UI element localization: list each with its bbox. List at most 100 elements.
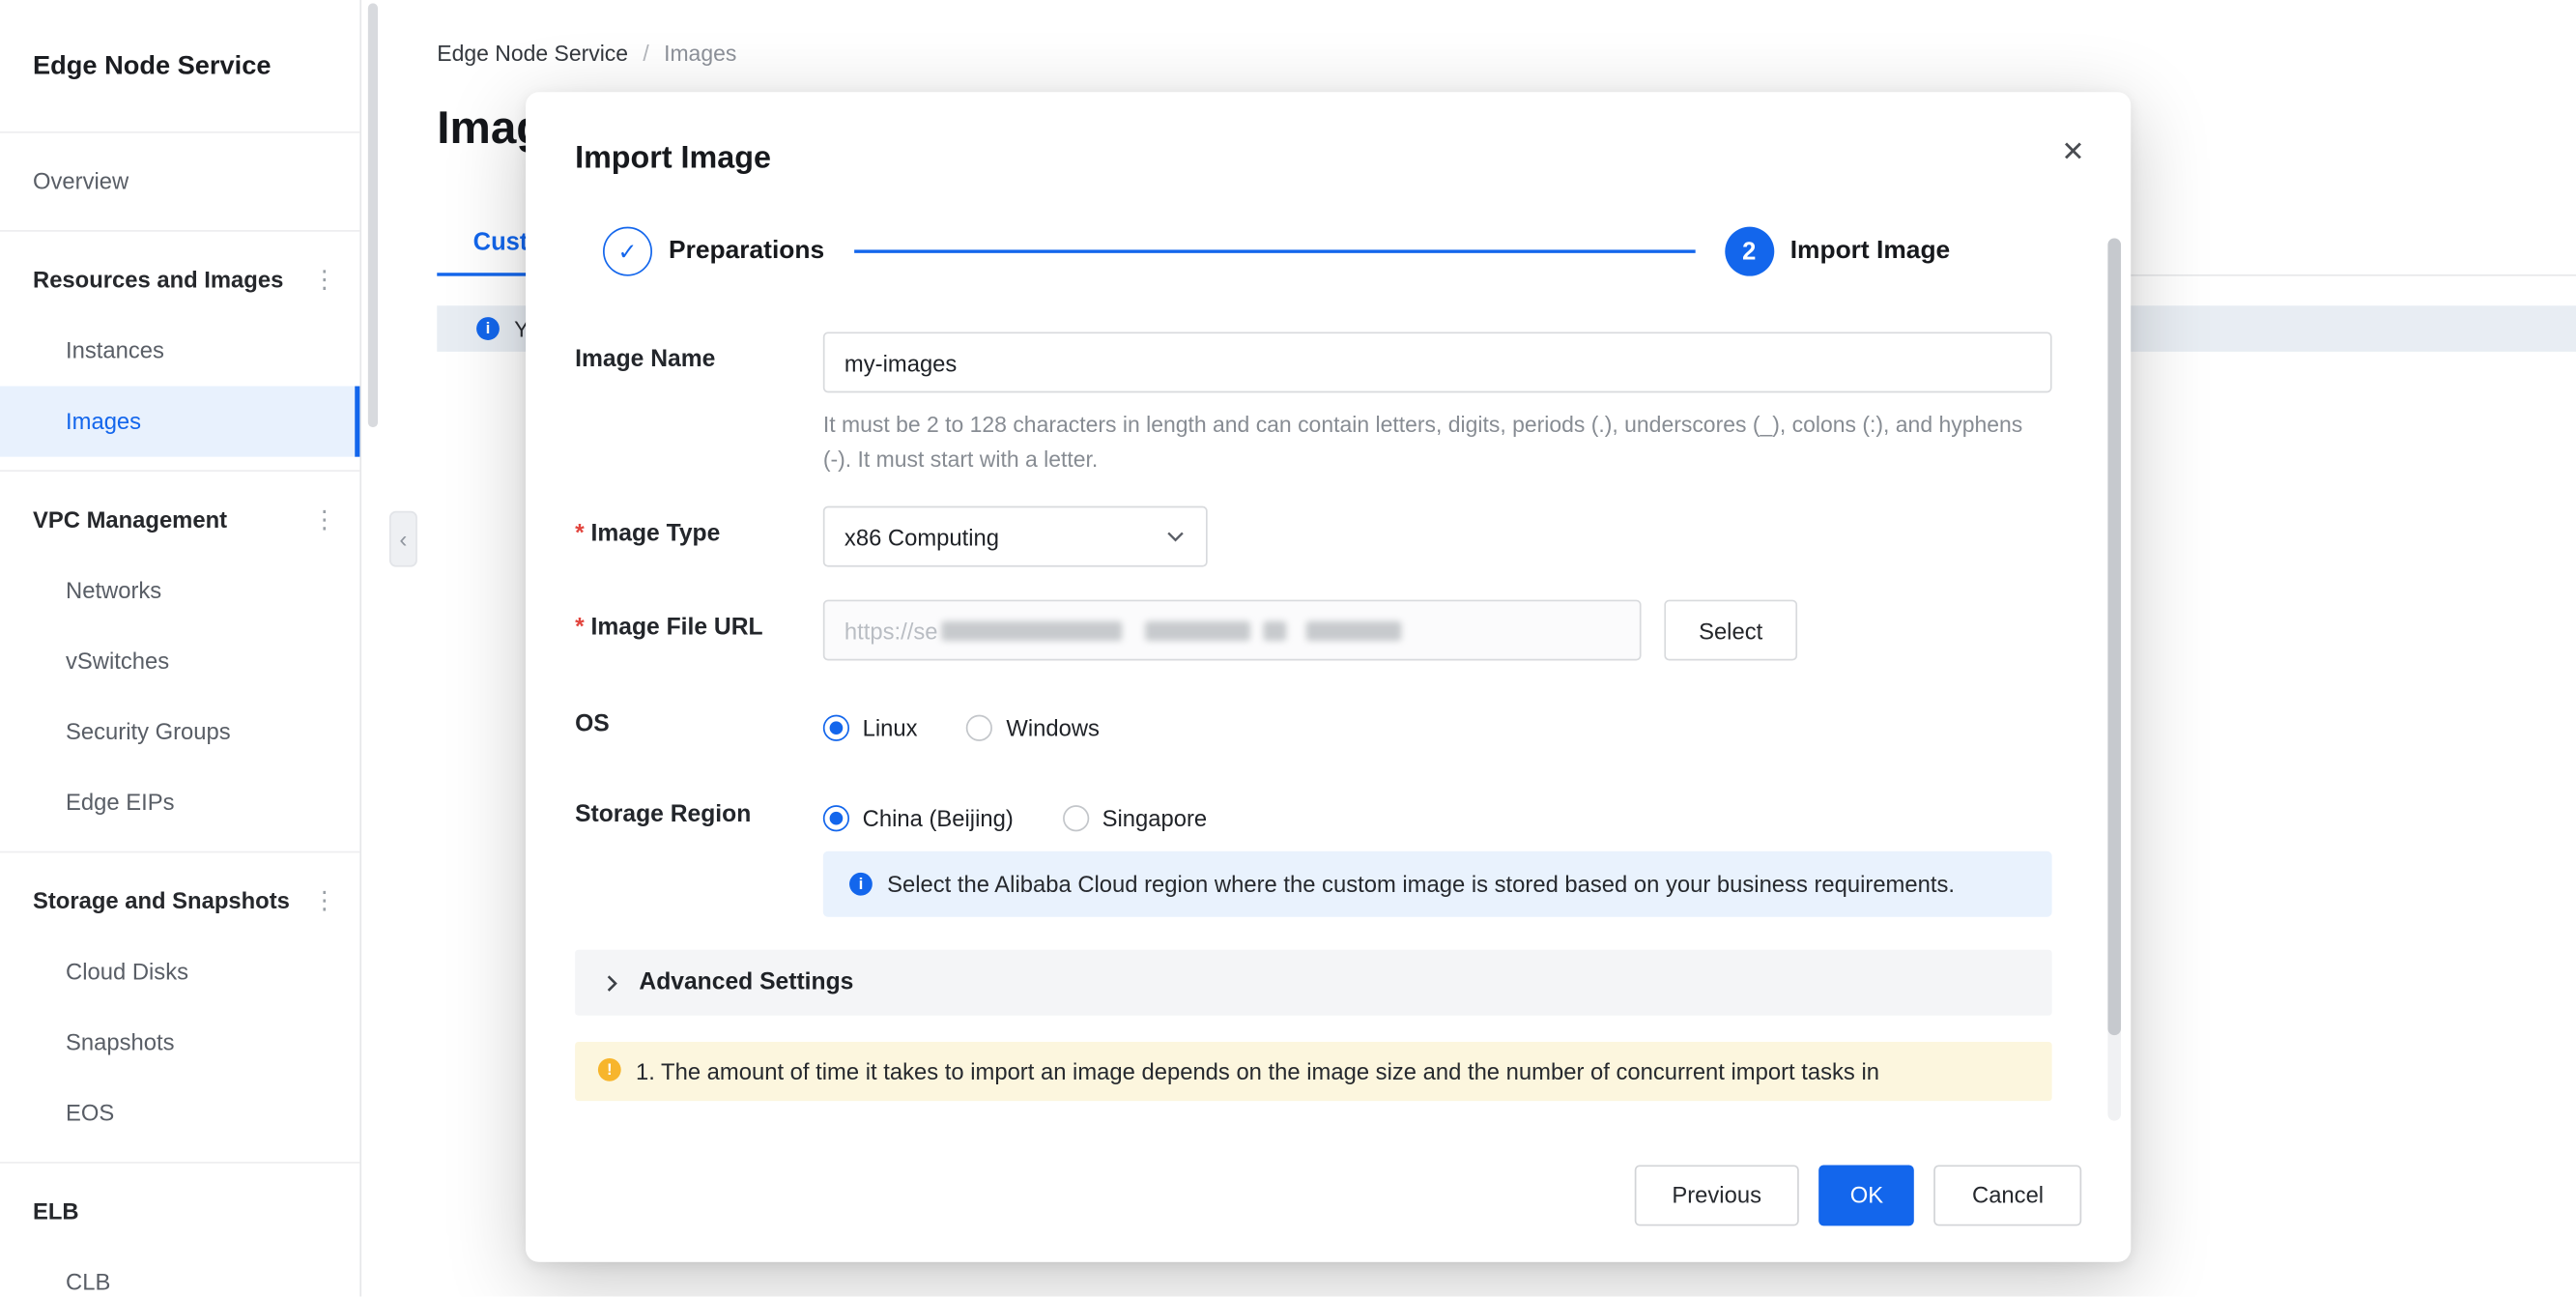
sidebar-title: Edge Node Service bbox=[0, 0, 359, 118]
radio-label: Singapore bbox=[1102, 805, 1208, 831]
sidebar-scrollbar[interactable] bbox=[368, 3, 378, 427]
sidebar-item-instances[interactable]: Instances bbox=[0, 315, 359, 386]
cancel-button[interactable]: Cancel bbox=[1934, 1165, 2081, 1225]
modal-scrollbar-track[interactable] bbox=[2107, 239, 2121, 1121]
divider bbox=[0, 470, 359, 472]
image-file-url-input[interactable]: https://se bbox=[823, 600, 1642, 661]
sidebar-group-label: Resources and Images bbox=[33, 245, 283, 315]
sidebar-group-vpc-management[interactable]: VPC Management ⋮ bbox=[0, 485, 359, 556]
sidebar-item-cloud-disks[interactable]: Cloud Disks bbox=[0, 937, 359, 1007]
storage-region-row: Storage Region China (Beijing) Singapore bbox=[575, 800, 2052, 917]
advanced-settings-label: Advanced Settings bbox=[639, 969, 853, 995]
image-file-url-label: *Image File URL bbox=[575, 600, 823, 661]
sidebar-item-vswitches[interactable]: vSwitches bbox=[0, 626, 359, 697]
modal-footer: Previous OK Cancel bbox=[526, 1127, 2131, 1261]
image-type-row: *Image Type x86 Computing bbox=[575, 506, 2052, 567]
previous-button[interactable]: Previous bbox=[1634, 1165, 1799, 1225]
step-connector bbox=[854, 250, 1695, 253]
sidebar-item-overview[interactable]: Overview bbox=[0, 146, 359, 216]
image-file-url-row: *Image File URL https://se Select bbox=[575, 600, 2052, 661]
redacted-text bbox=[941, 620, 1122, 640]
chevron-down-icon bbox=[1164, 526, 1186, 547]
storage-region-label: Storage Region bbox=[575, 800, 823, 917]
sidebar-group-storage-and-snapshots[interactable]: Storage and Snapshots ⋮ bbox=[0, 866, 359, 937]
step-import-image: 2 Import Image bbox=[1725, 227, 1950, 276]
image-type-label-text: Image Type bbox=[591, 521, 721, 547]
sidebar-collapse-button[interactable]: ‹ bbox=[389, 511, 417, 567]
step-label: Preparations bbox=[669, 237, 824, 267]
app-window: Edge Node Service Overview Resources and… bbox=[0, 0, 2576, 1297]
required-asterisk: * bbox=[575, 615, 585, 641]
image-name-input[interactable] bbox=[823, 331, 2052, 392]
required-asterisk: * bbox=[575, 521, 585, 547]
divider bbox=[0, 1162, 359, 1164]
sidebar-item-edge-eips[interactable]: Edge EIPs bbox=[0, 767, 359, 838]
radio-label: Windows bbox=[1006, 715, 1100, 741]
sidebar-item-clb[interactable]: CLB bbox=[0, 1247, 359, 1296]
redacted-text bbox=[1145, 620, 1250, 640]
info-icon: i bbox=[849, 873, 873, 896]
breadcrumb-current: Images bbox=[664, 42, 736, 67]
import-image-modal: Import Image ✕ ✓ Preparations 2 Import I… bbox=[526, 92, 2131, 1262]
sidebar-item-networks[interactable]: Networks bbox=[0, 556, 359, 626]
warning-icon: ! bbox=[598, 1058, 621, 1081]
import-warning-box: ! 1. The amount of time it takes to impo… bbox=[575, 1042, 2052, 1101]
import-warning-text: 1. The amount of time it takes to import… bbox=[636, 1055, 1879, 1088]
radio-singapore[interactable]: Singapore bbox=[1063, 805, 1207, 831]
more-icon[interactable]: ⋮ bbox=[312, 245, 337, 315]
radio-checked-icon bbox=[823, 715, 849, 741]
image-name-help: It must be 2 to 128 characters in length… bbox=[823, 408, 2052, 476]
os-row: OS Linux Windows bbox=[575, 710, 2052, 741]
ok-button[interactable]: OK bbox=[1818, 1165, 1914, 1225]
sidebar-group-label: VPC Management bbox=[33, 485, 227, 556]
image-type-select[interactable]: x86 Computing bbox=[823, 506, 1208, 567]
more-icon[interactable]: ⋮ bbox=[312, 485, 337, 556]
region-info-box: i Select the Alibaba Cloud region where … bbox=[823, 851, 2052, 917]
redacted-text bbox=[1305, 620, 1401, 640]
sidebar: Edge Node Service Overview Resources and… bbox=[0, 0, 361, 1297]
breadcrumb-separator: / bbox=[643, 42, 648, 67]
step-preparations: ✓ Preparations bbox=[603, 227, 824, 276]
sidebar-group-label: ELB bbox=[33, 1176, 79, 1247]
radio-linux[interactable]: Linux bbox=[823, 715, 918, 741]
region-info-text: Select the Alibaba Cloud region where th… bbox=[887, 868, 1955, 901]
os-label: OS bbox=[575, 710, 823, 741]
radio-checked-icon bbox=[823, 805, 849, 831]
close-icon[interactable]: ✕ bbox=[2061, 138, 2084, 166]
sidebar-item-snapshots[interactable]: Snapshots bbox=[0, 1007, 359, 1078]
radio-unchecked-icon bbox=[1063, 805, 1089, 831]
radio-label: China (Beijing) bbox=[863, 805, 1014, 831]
radio-unchecked-icon bbox=[967, 715, 993, 741]
modal-scrollbar-thumb[interactable] bbox=[2107, 239, 2121, 1036]
image-name-label: Image Name bbox=[575, 331, 823, 476]
import-image-form: Image Name It must be 2 to 128 character… bbox=[526, 276, 2131, 1102]
info-icon: i bbox=[476, 317, 500, 340]
sidebar-item-images[interactable]: Images bbox=[0, 387, 359, 457]
sidebar-item-security-groups[interactable]: Security Groups bbox=[0, 697, 359, 767]
advanced-settings-toggle[interactable]: Advanced Settings bbox=[575, 950, 2052, 1016]
step-label: Import Image bbox=[1790, 237, 1950, 267]
radio-label: Linux bbox=[863, 715, 918, 741]
select-file-button[interactable]: Select bbox=[1664, 600, 1797, 661]
sidebar-group-resources-and-images[interactable]: Resources and Images ⋮ bbox=[0, 245, 359, 315]
image-type-selected-value: x86 Computing bbox=[844, 524, 999, 550]
modal-title: Import Image bbox=[575, 141, 771, 176]
image-type-label: *Image Type bbox=[575, 506, 823, 567]
chevron-right-icon bbox=[601, 972, 622, 994]
redacted-text bbox=[1263, 620, 1286, 640]
stepper: ✓ Preparations 2 Import Image bbox=[603, 227, 1950, 276]
breadcrumb-root[interactable]: Edge Node Service bbox=[437, 42, 628, 67]
divider bbox=[0, 230, 359, 232]
modal-header: Import Image ✕ bbox=[526, 92, 2131, 177]
divider bbox=[0, 131, 359, 133]
divider bbox=[0, 851, 359, 853]
radio-windows[interactable]: Windows bbox=[967, 715, 1100, 741]
radio-china-beijing[interactable]: China (Beijing) bbox=[823, 805, 1014, 831]
step-check-icon: ✓ bbox=[603, 227, 652, 276]
sidebar-item-eos[interactable]: EOS bbox=[0, 1078, 359, 1148]
image-file-url-label-text: Image File URL bbox=[591, 615, 763, 641]
url-placeholder: https://se bbox=[844, 617, 938, 643]
sidebar-group-elb[interactable]: ELB bbox=[0, 1176, 359, 1247]
more-icon[interactable]: ⋮ bbox=[312, 866, 337, 937]
image-name-row: Image Name It must be 2 to 128 character… bbox=[575, 331, 2052, 476]
